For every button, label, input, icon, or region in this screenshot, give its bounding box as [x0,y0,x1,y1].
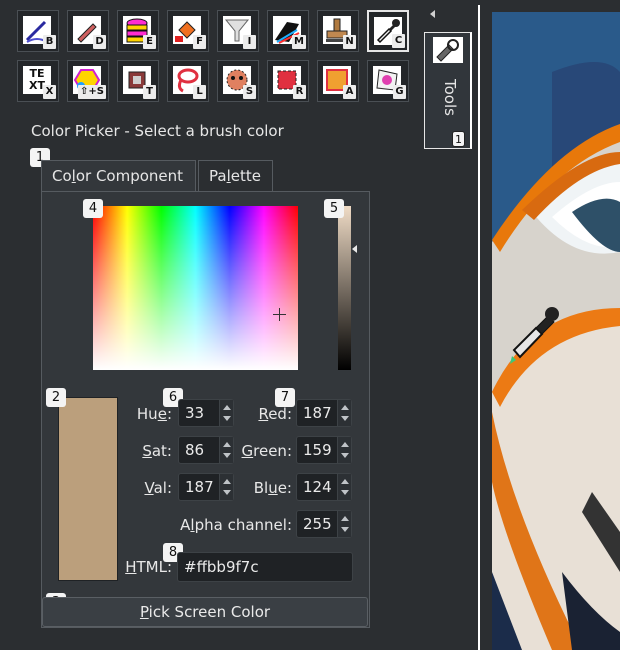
shortcut-key: I [243,35,256,49]
shortcut-key: C [392,34,405,48]
sat-spinbox[interactable]: 86 [178,436,234,464]
html-label: HTML: [125,558,172,576]
shortcut-key: F [193,35,206,49]
panel-title: Color Picker - Select a brush color [31,122,284,140]
selection-tool-button[interactable]: S [217,60,259,102]
value-slider-handle[interactable] [352,245,357,253]
html-color-input[interactable]: #ffbb9f7c [177,552,353,582]
eraser-tool-button[interactable]: E [117,10,159,52]
alpha-label: Alpha channel: [180,516,292,534]
callout-badge: 5 [324,199,344,218]
dock-divider [478,5,480,650]
red-spinbox[interactable]: 187 [296,399,352,427]
shortcut-key: L [193,85,206,99]
callout-badge: 4 [83,199,103,218]
hue-spinbox[interactable]: 33 [178,399,234,427]
shortcut-key: D [93,35,106,49]
area-tool-button[interactable]: A [317,60,359,102]
lasso-tool-button[interactable]: L [167,60,209,102]
sat-label: Sat: [142,442,172,460]
artwork-image [492,12,620,650]
callout-badge: 2 [46,388,66,407]
alpha-spinbox[interactable]: 255 [296,510,352,538]
collapse-arrow-icon[interactable] [430,10,435,18]
red-label: Red: [258,405,292,423]
shortcut-key: G [393,85,406,99]
tab-color-component[interactable]: Color Component [41,160,196,192]
val-label: Val: [144,479,172,497]
draw-tool-button[interactable]: D [67,10,109,52]
shortcut-key: N [343,35,356,49]
tools-tab-label: Tools [441,79,459,116]
fill-tool-button[interactable]: F [167,10,209,52]
shortcut-key: M [292,35,306,49]
brush-tool-button[interactable]: B [17,10,59,52]
shortcut-key: R [293,85,306,99]
shortcut-key: ⇧+S [78,85,106,99]
canvas[interactable] [492,12,620,650]
shortcut-key: E [143,35,156,49]
shortcut-key: A [343,85,356,99]
smear-tool-button[interactable]: M [267,10,309,52]
hue-label: Hue: [136,405,172,423]
transform-tool-button[interactable]: T [117,60,159,102]
shortcut-key: B [43,35,56,49]
text-tool-button[interactable]: TEXT X [17,60,59,102]
green-label: Green: [241,442,292,460]
val-spinbox[interactable]: 187 [178,473,234,501]
blue-spinbox[interactable]: 124 [296,473,352,501]
goo-tool-button[interactable]: G [367,60,409,102]
wrench-icon [433,37,463,63]
pick-screen-color-button[interactable]: Pick Screen Color [42,597,368,627]
value-slider[interactable] [338,206,351,370]
rect-select-tool-button[interactable]: R [267,60,309,102]
shortcut-key: X [43,85,56,99]
stamp-tool-button[interactable]: N [317,10,359,52]
hue-saturation-picker[interactable] [93,206,298,370]
green-spinbox[interactable]: 159 [296,436,352,464]
color-picker-tool-button[interactable]: C [367,10,409,52]
color-swatch [58,397,118,581]
callout-badge: 1 [452,131,465,147]
tab-palette[interactable]: Palette [198,160,273,192]
shortcut-key: S [243,85,256,99]
filter-tool-button[interactable]: I [217,10,259,52]
tools-dock-tab[interactable]: Tools 1 [424,32,472,149]
blue-label: Blue: [253,479,292,497]
shape-tool-button[interactable]: ⇧+S [67,60,109,102]
shortcut-key: T [143,85,156,99]
